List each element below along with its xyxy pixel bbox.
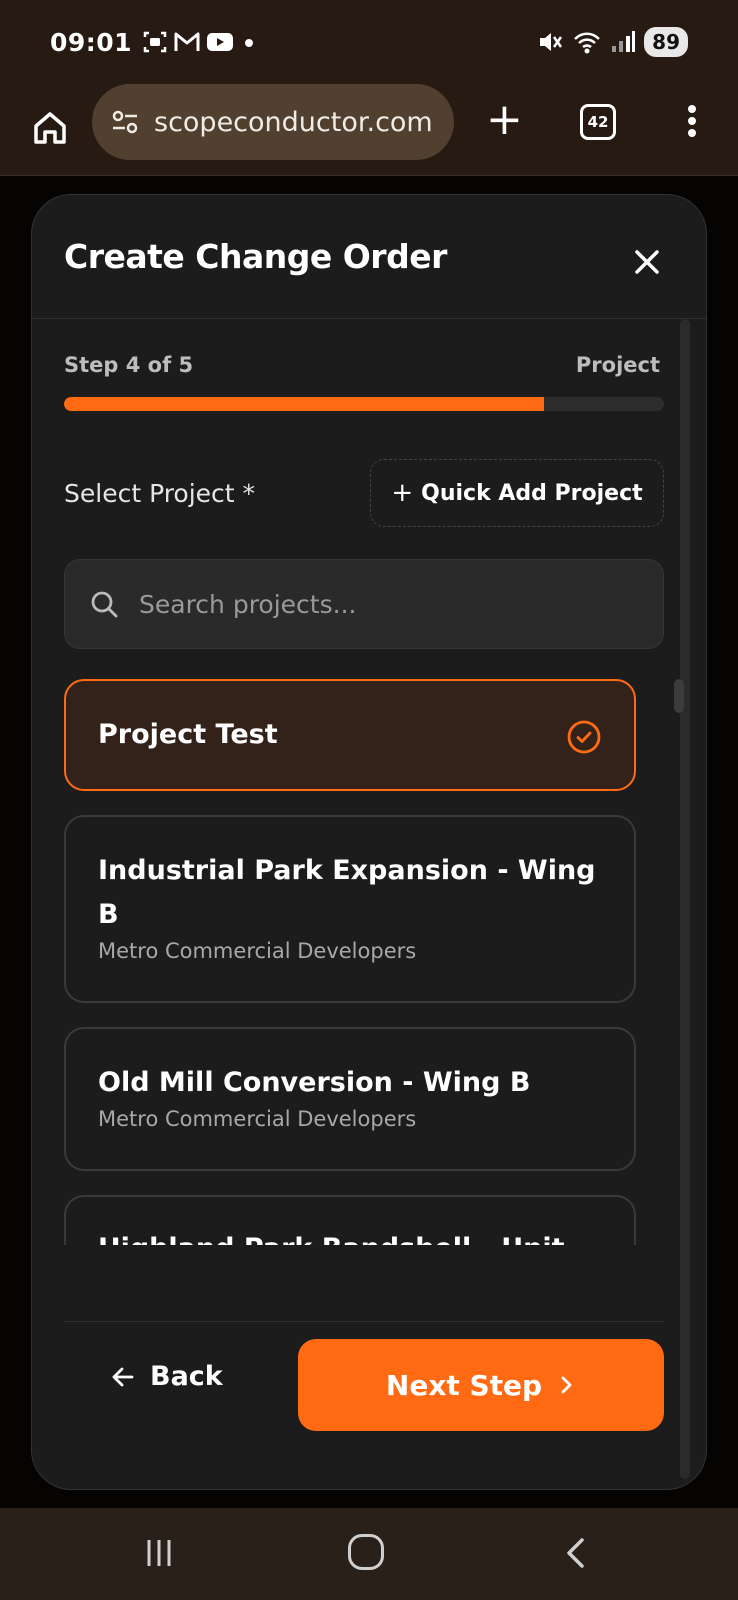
search-icon: [91, 591, 118, 618]
browser-toolbar: scopeconductor.com + 42: [0, 84, 738, 176]
project-client: Metro Commercial Developers: [98, 1107, 417, 1131]
progress-bar: [64, 397, 664, 411]
footer-divider: [64, 1321, 664, 1322]
select-project-label: Select Project *: [64, 479, 256, 508]
new-tab-button[interactable]: +: [486, 98, 523, 142]
address-bar[interactable]: scopeconductor.com: [92, 84, 454, 160]
close-icon[interactable]: [630, 245, 664, 279]
modal-title: Create Change Order: [64, 237, 447, 276]
create-change-order-modal: Create Change Order Step 4 of 5 Project …: [31, 194, 707, 1490]
next-step-button[interactable]: Next Step: [298, 1339, 664, 1431]
progress-fill: [64, 397, 544, 411]
project-name: Old Mill Conversion - Wing B: [98, 1067, 531, 1098]
project-list-scrollbar[interactable]: [674, 679, 684, 713]
status-notification-icons: [142, 29, 258, 55]
site-settings-icon[interactable]: [110, 107, 140, 137]
home-nav-icon[interactable]: [348, 1534, 384, 1570]
modal-header: Create Change Order: [32, 195, 706, 319]
project-list-viewport: Project Test Industrial Park Expansion -…: [64, 679, 684, 1449]
tab-switcher-button[interactable]: 42: [580, 104, 616, 140]
browser-menu-icon[interactable]: [682, 102, 702, 142]
recent-apps-icon[interactable]: [142, 1536, 176, 1570]
project-name: Project Test: [98, 719, 278, 750]
gmail-icon: [174, 32, 200, 51]
search-box[interactable]: [64, 559, 664, 649]
check-circle-icon: [567, 720, 601, 754]
project-card[interactable]: Old Mill Conversion - Wing B Metro Comme…: [64, 1027, 636, 1171]
chevron-right-icon: [561, 1376, 572, 1394]
mute-icon: [540, 33, 563, 51]
next-step-label: Next Step: [385, 1368, 543, 1402]
wifi-icon: [574, 32, 601, 54]
back-nav-icon[interactable]: [560, 1536, 594, 1570]
signal-icon: [612, 31, 636, 52]
quick-add-project-button[interactable]: + Quick Add Project: [370, 459, 664, 527]
battery-indicator: 89: [644, 27, 688, 57]
project-name: Industrial Park Expansion - Wing B: [98, 855, 596, 930]
youtube-icon: [207, 33, 234, 51]
project-card[interactable]: Industrial Park Expansion - Wing B Metro…: [64, 815, 636, 1003]
project-card-selected[interactable]: Project Test: [64, 679, 636, 791]
step-name: Project: [575, 353, 660, 377]
status-time: 09:01: [50, 27, 133, 57]
dot-icon: [245, 39, 254, 47]
step-indicator: Step 4 of 5: [64, 353, 194, 377]
back-button[interactable]: Back: [110, 1361, 223, 1392]
search-input[interactable]: [139, 589, 619, 619]
status-system-icons: 89: [536, 27, 688, 57]
url-text: scopeconductor.com: [154, 106, 433, 138]
back-label: Back: [150, 1361, 223, 1392]
system-nav-bar: [0, 1508, 738, 1600]
plus-icon: +: [391, 478, 414, 508]
status-bar: 09:01 89: [0, 0, 738, 84]
screenshot-icon: [143, 31, 167, 53]
quick-add-project-label: Quick Add Project: [421, 480, 643, 506]
arrow-left-icon: [112, 1367, 134, 1386]
home-icon[interactable]: [28, 106, 72, 150]
project-list[interactable]: Project Test Industrial Park Expansion -…: [64, 679, 684, 1449]
project-client: Metro Commercial Developers: [98, 939, 417, 963]
